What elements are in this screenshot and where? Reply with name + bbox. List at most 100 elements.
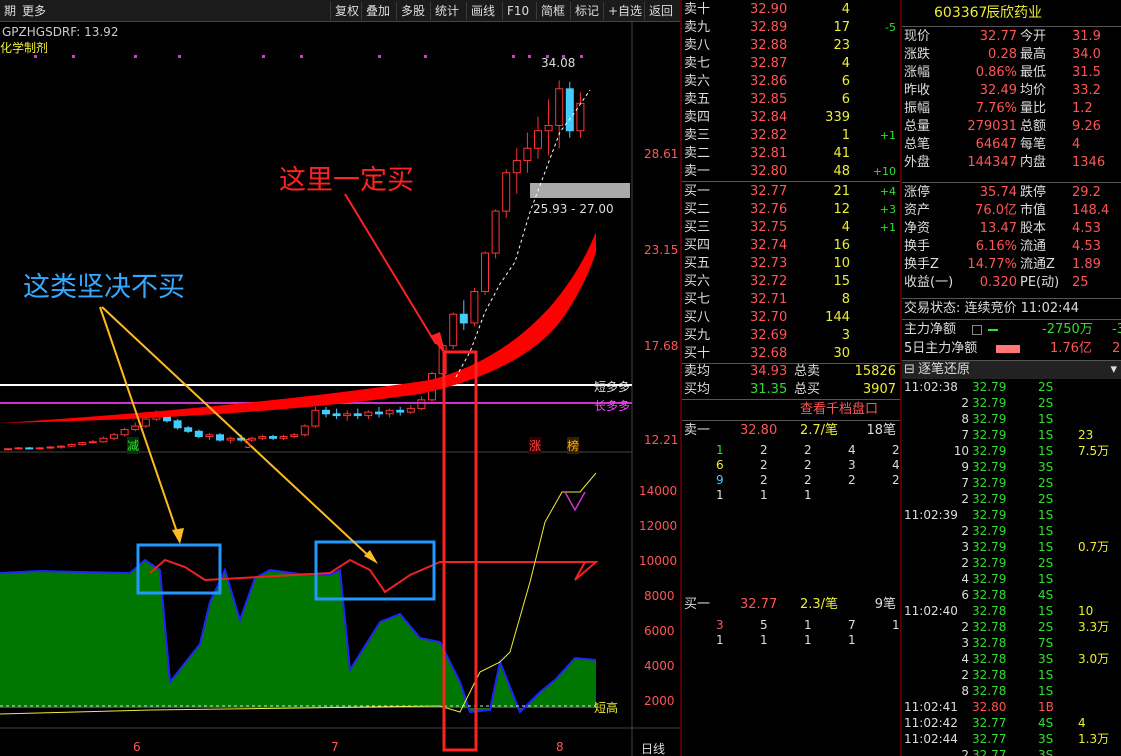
nobuy-arrowhead	[364, 550, 378, 564]
candle-body	[491, 210, 500, 254]
field-label: 流通Z	[1020, 257, 1055, 272]
toolbar-button[interactable]: F10	[502, 2, 533, 20]
more-button[interactable]: 更多	[18, 2, 50, 20]
tick-time: 2	[961, 524, 969, 538]
order-volume: 4	[841, 56, 850, 71]
main-net-label: 主力净额	[904, 322, 957, 337]
tick-volume: 1S	[1038, 412, 1054, 426]
candle-body	[512, 159, 521, 174]
tick-volume: 1S	[1038, 684, 1054, 698]
nobuy-arrowhead	[172, 528, 184, 544]
stock-name: 辰欣药业	[986, 5, 1042, 21]
toolbar-button[interactable]: 统计	[430, 2, 463, 20]
order-volume: 10	[833, 256, 850, 271]
tick-price: 32.79	[972, 380, 1007, 394]
main-net-value: 1.76亿	[1050, 341, 1092, 356]
long-line-label: 长多多	[594, 399, 631, 413]
order-price: 32.73	[750, 256, 788, 271]
tick-volume: 2S	[1038, 492, 1054, 506]
field-value: 64647	[975, 137, 1017, 152]
main-net-value: -3	[1112, 322, 1121, 337]
total-label: 总买	[794, 382, 821, 397]
order-row-buy: 买二 32.76 12 +3	[682, 201, 900, 219]
field-label: 最低	[1020, 65, 1047, 80]
order-level-label: 卖二	[684, 146, 711, 161]
candle-body	[502, 172, 511, 212]
ticks-title: 逐笔还原	[918, 362, 971, 377]
order-volume: 12	[833, 202, 850, 217]
order-volume: 144	[825, 310, 850, 325]
high-price-label: 34.08	[541, 56, 576, 70]
candle-body	[364, 411, 373, 417]
deep-orderbook-link[interactable]: 查看千档盘口	[800, 401, 878, 419]
signal-dot	[512, 55, 515, 58]
queue-cell: 1	[760, 633, 768, 647]
total-volume: 3907	[862, 382, 896, 397]
tick-row: 3 32.78 7S	[902, 635, 1121, 651]
order-level-label: 卖六	[684, 74, 711, 89]
signal-dot	[134, 55, 137, 58]
tick-row: 7 32.79 1S 23	[902, 427, 1121, 443]
queue-cell: 1	[804, 633, 812, 647]
separator	[902, 182, 1121, 183]
order-price: 32.84	[750, 110, 788, 125]
candle-body	[449, 313, 458, 347]
order-volume: 1	[841, 128, 850, 143]
indicator-name: GPZHGSDRF: 13.92	[2, 25, 119, 39]
field-label: 总额	[1020, 119, 1047, 134]
main-net-icon	[972, 325, 982, 335]
tick-time: 8	[961, 684, 969, 698]
field-value: 33.2	[1072, 83, 1101, 98]
tick-price: 32.78	[972, 604, 1007, 618]
order-price: 32.68	[750, 346, 788, 361]
tick-volume: 1S	[1038, 444, 1054, 458]
field-label: 跌停	[1020, 185, 1047, 200]
nobuy-annotation: 这类坚决不买	[23, 272, 185, 303]
tick-volume: 2S	[1038, 396, 1054, 410]
ticks-menu-icon: ▾	[1110, 362, 1117, 377]
order-volume: 15	[833, 274, 850, 289]
quote-row: 昨收 32.49 均价 33.2	[902, 82, 1121, 100]
stock-info-panel: 603367 辰欣药业 现价 32.77 今开 31.9 涨跌 0.28 最高 34.0 涨幅 0.8…	[902, 0, 1121, 756]
field-value: 13.47	[979, 221, 1017, 236]
toolbar-button[interactable]: 返回	[644, 2, 677, 20]
toolbar-button[interactable]: 简框	[536, 2, 569, 20]
toolbar-button[interactable]: 复权	[330, 2, 363, 20]
order-level-label: 买七	[684, 292, 711, 307]
toolbar-button[interactable]: 多股	[396, 2, 429, 20]
toolbar-button[interactable]: +自选	[603, 2, 646, 20]
bang-marker: 榜	[567, 437, 580, 454]
order-price: 32.74	[750, 238, 788, 253]
candle-body	[396, 409, 405, 413]
level-summary: 卖一 32.80 2.7/笔 18笔	[682, 422, 900, 440]
tick-time: 4	[961, 652, 969, 666]
trade-status: 交易状态: 连续竞价 11:02:44	[904, 301, 1080, 316]
field-value: 35.74	[979, 185, 1017, 200]
tick-volume: 1S	[1038, 668, 1054, 682]
price-tick: 28.61	[644, 147, 679, 161]
main-net-bar	[996, 345, 1020, 353]
period-tab[interactable]: 日线	[641, 740, 665, 756]
candle-body	[481, 252, 489, 293]
candle-body	[300, 425, 309, 436]
signal-dot	[300, 55, 303, 58]
total-volume: 15826	[854, 364, 896, 379]
candle-body	[184, 427, 193, 432]
candle-body	[35, 447, 44, 450]
order-level-label: 买二	[684, 202, 711, 217]
order-price: 32.86	[750, 74, 788, 89]
tick-price: 32.78	[972, 652, 1007, 666]
period-label[interactable]: 期	[0, 2, 20, 20]
separator	[682, 181, 900, 182]
order-row-sell: 卖七 32.87 4	[682, 55, 900, 73]
toolbar-button[interactable]: 叠加	[361, 2, 394, 20]
order-level-label: 卖七	[684, 56, 711, 71]
tick-price: 32.79	[972, 540, 1007, 554]
order-level-label: 卖十	[684, 2, 711, 17]
candle-body	[25, 447, 34, 450]
tick-time: 11:02:38	[904, 380, 958, 394]
order-price: 32.77	[750, 184, 788, 199]
toolbar-button[interactable]: 画线	[466, 2, 499, 20]
toolbar-button[interactable]: 标记	[570, 2, 603, 20]
candle-body	[173, 420, 182, 429]
